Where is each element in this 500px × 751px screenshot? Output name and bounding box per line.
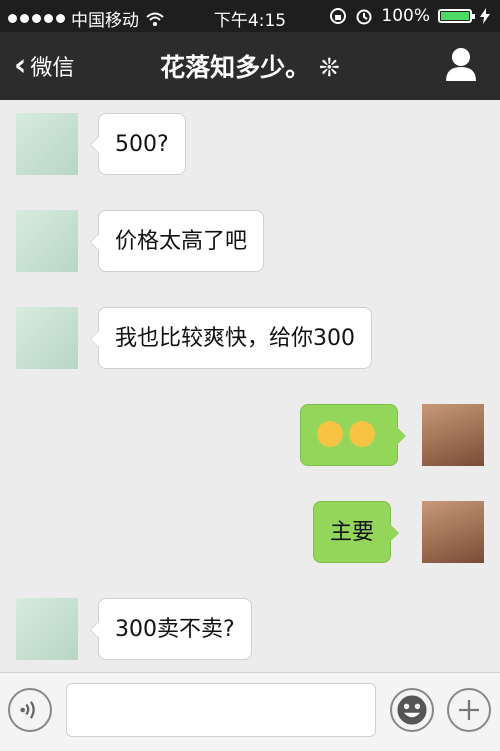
input-bar — [0, 672, 500, 751]
nav-bar: ‹ 微信 花落知多少。 ❊ — [0, 32, 500, 100]
avatar[interactable] — [16, 113, 78, 175]
status-right: 100% — [329, 6, 490, 26]
emoji-icon[interactable] — [390, 688, 434, 732]
message-bubble[interactable] — [300, 404, 406, 466]
alarm-icon — [356, 9, 372, 25]
lock-rotation-icon — [330, 8, 347, 24]
avatar[interactable] — [16, 307, 78, 369]
avatar[interactable] — [422, 501, 484, 563]
battery-percent: 100% — [381, 6, 430, 26]
chat-title: 花落知多少。 ❊ — [0, 48, 500, 84]
chat-area[interactable]: 500? 价格太高了吧 我也比较爽快，给你300 主要 300卖不卖? — [0, 100, 500, 670]
emoji-icon — [349, 421, 375, 447]
message-bubble[interactable]: 我也比较爽快，给你300 — [90, 307, 372, 369]
chat-title-text: 花落知多少。 — [160, 53, 311, 82]
title-decoration: ❊ — [318, 53, 340, 82]
voice-icon[interactable] — [8, 688, 52, 732]
status-bar: 中国移动 下午4:15 100% — [0, 0, 500, 32]
plus-icon[interactable] — [447, 688, 491, 732]
charging-icon — [480, 8, 490, 24]
emoji-icon — [317, 421, 343, 447]
avatar[interactable] — [422, 404, 484, 466]
message-input[interactable] — [66, 683, 376, 737]
avatar[interactable] — [16, 598, 78, 660]
battery-icon — [438, 9, 475, 23]
profile-icon[interactable] — [444, 46, 478, 82]
message-bubble[interactable]: 主要 — [313, 501, 400, 563]
message-bubble[interactable]: 300卖不卖? — [90, 598, 252, 660]
message-bubble[interactable]: 价格太高了吧 — [89, 210, 265, 272]
avatar[interactable] — [16, 210, 78, 272]
message-bubble[interactable]: 500? — [90, 113, 186, 175]
